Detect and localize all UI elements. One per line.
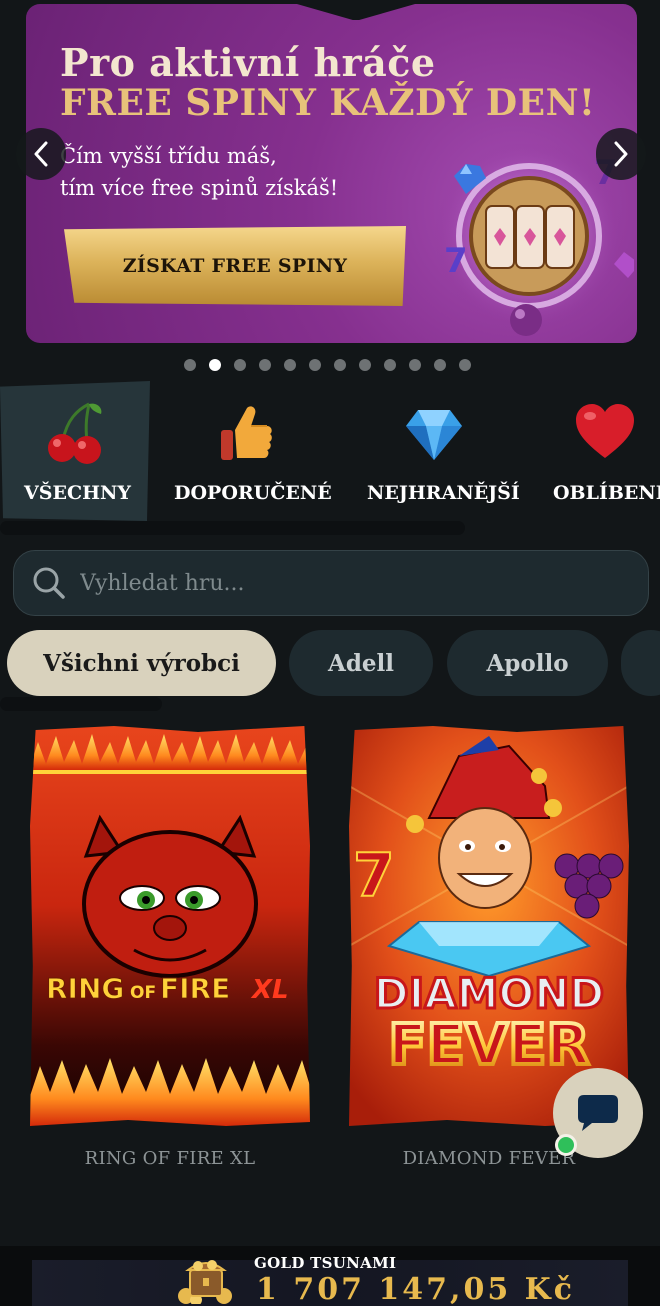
pagination-dot[interactable]	[434, 359, 446, 371]
diamond-icon	[406, 410, 462, 460]
banner-next-button[interactable]	[596, 128, 646, 180]
category-favorites[interactable]: OBLÍBENÉ	[553, 400, 660, 504]
art-text: FEVER	[388, 1013, 589, 1078]
art-text: RING	[46, 972, 124, 1005]
pagination-dot[interactable]	[309, 359, 321, 371]
chevron-left-icon	[34, 141, 48, 167]
banner-subtitle-line2: tím více free spinů získáš!	[60, 176, 339, 200]
jackpot-bar[interactable]: GOLD TSUNAMI 1 707 147,05 Kč	[0, 1246, 660, 1306]
art-text: OF	[130, 983, 156, 1003]
online-status-dot	[555, 1134, 577, 1156]
banner-pagination	[184, 359, 471, 373]
category-label: VŠECHNY	[24, 482, 131, 504]
category-label: NEJHRANĚJŠÍ	[367, 482, 520, 504]
jackpot-name: GOLD TSUNAMI	[254, 1254, 397, 1272]
game-thumbnail[interactable]: RING OF FIRE XL	[30, 726, 310, 1126]
banner-subtitle: Čím vyšší třídu máš, tím více free spinů…	[60, 140, 360, 204]
category-scrollbar[interactable]	[0, 521, 465, 535]
pagination-dot[interactable]	[334, 359, 346, 371]
game-thumbnail[interactable]: 7 DIAMOND FEVER	[349, 726, 629, 1126]
banner-notch	[276, 4, 436, 20]
chat-bubble-icon	[578, 1095, 618, 1131]
heart-icon	[576, 404, 634, 458]
category-recommended[interactable]: DOPORUČENÉ	[174, 400, 332, 504]
pagination-dot[interactable]	[409, 359, 421, 371]
pagination-dot[interactable]	[184, 359, 196, 371]
pagination-dot[interactable]	[359, 359, 371, 371]
provider-chip-apollo[interactable]: Apollo	[447, 630, 608, 696]
category-label: OBLÍBENÉ	[553, 482, 660, 504]
slot-machine-illustration: 7 7	[434, 144, 634, 336]
provider-chip-more[interactable]	[621, 630, 660, 696]
banner-headline: FREE SPINY KAŽDÝ DEN!	[60, 82, 596, 124]
art-text: DIAMOND	[374, 969, 605, 1018]
diamond-fever-artwork: 7 DIAMOND FEVER	[349, 726, 629, 1126]
art-text: XL	[250, 975, 289, 1005]
pagination-dot[interactable]	[384, 359, 396, 371]
banner-subtitle-line1: Čím vyšší třídu máš,	[60, 144, 277, 168]
category-most-played[interactable]: NEJHRANĚJŠÍ	[367, 400, 520, 504]
pagination-dot[interactable]	[284, 359, 296, 371]
provider-chip-adell[interactable]: Adell	[289, 630, 433, 696]
pagination-dot[interactable]	[234, 359, 246, 371]
get-free-spins-button[interactable]: ZÍSKAT FREE SPINY	[64, 226, 406, 306]
jackpot-amount: 1 707 147,05 Kč	[256, 1272, 575, 1306]
thumbs-up-icon	[221, 406, 272, 460]
search-input[interactable]	[80, 570, 600, 596]
promo-banner[interactable]: Pro aktivní hráče FREE SPINY KAŽDÝ DEN! …	[26, 4, 637, 343]
banner-prev-button[interactable]	[16, 128, 66, 180]
pagination-dot[interactable]	[209, 359, 221, 371]
svg-text:7: 7	[353, 841, 395, 911]
category-label: DOPORUČENÉ	[174, 482, 332, 504]
provider-chip-all[interactable]: Všichni výrobci	[7, 630, 276, 696]
banner-title: Pro aktivní hráče	[60, 40, 436, 85]
art-text: FIRE	[160, 972, 230, 1005]
category-all[interactable]: VŠECHNY	[24, 400, 131, 504]
pagination-dot[interactable]	[259, 359, 271, 371]
provider-scrollbar[interactable]	[0, 697, 162, 711]
search-icon	[33, 567, 65, 599]
pagination-dot[interactable]	[459, 359, 471, 371]
treasure-chest-icon	[178, 1260, 232, 1304]
game-title[interactable]: RING OF FIRE XL	[30, 1148, 310, 1169]
cherries-icon	[48, 402, 102, 464]
chevron-right-icon	[614, 141, 628, 167]
search-bar[interactable]	[13, 550, 649, 616]
ring-of-fire-artwork: RING OF FIRE XL	[30, 726, 310, 1126]
game-tile-ring-of-fire-xl[interactable]: RING OF FIRE XL RING OF FIRE XL	[30, 726, 310, 1169]
svg-text:7: 7	[444, 241, 468, 281]
